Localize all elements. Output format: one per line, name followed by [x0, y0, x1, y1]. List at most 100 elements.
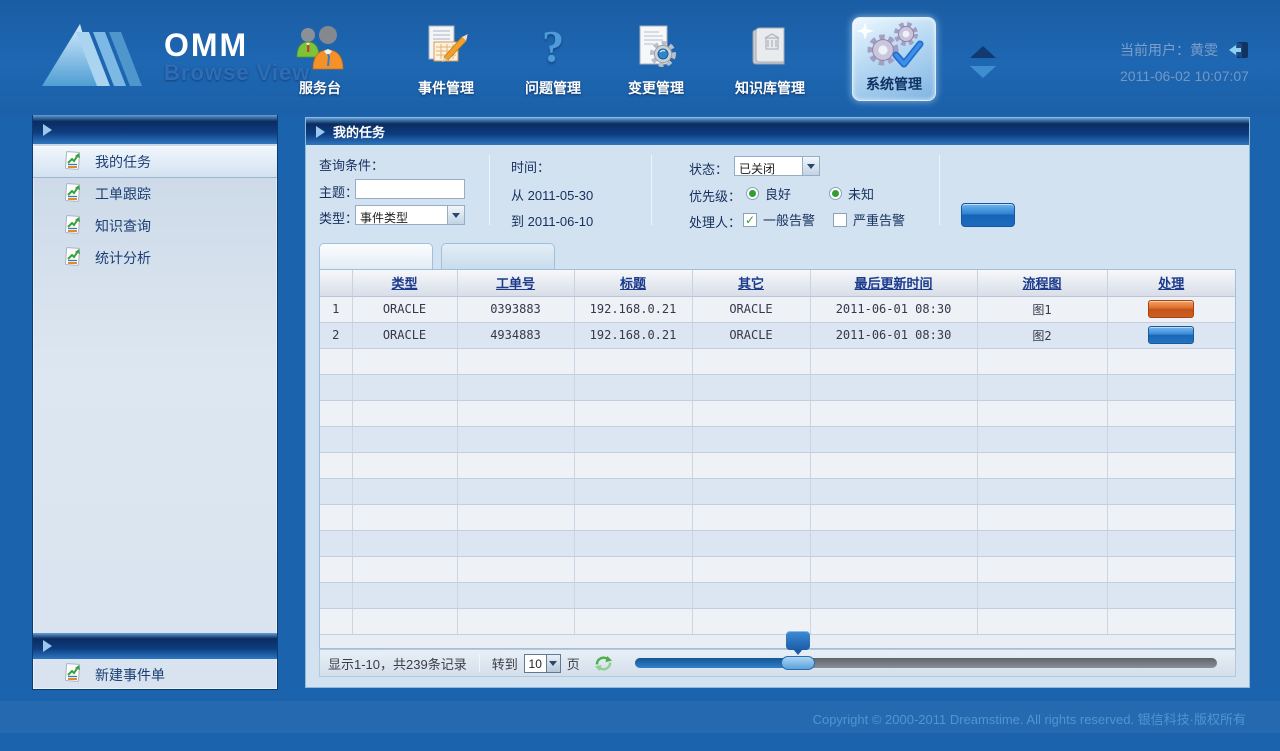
app-logo: OMM Browse View: [40, 20, 310, 93]
doc-chart-icon: [63, 247, 83, 270]
sidebar-bottom-bar[interactable]: [33, 633, 277, 659]
nav-item-system[interactable]: 系统管理: [852, 17, 936, 101]
sidebar-item-statistics[interactable]: 统计分析: [33, 242, 277, 274]
record-summary: 显示1-10，共239条记录: [328, 654, 467, 673]
nav-item-knowledge[interactable]: 知识库管理: [718, 18, 822, 104]
radio-icon[interactable]: [829, 187, 842, 200]
status-label: 状态：: [689, 159, 728, 178]
page-slider[interactable]: [635, 658, 1217, 668]
scroll-down-icon[interactable]: [970, 66, 996, 78]
cell-type: ORACLE: [352, 296, 457, 322]
arrow-right-icon: [43, 124, 52, 136]
refresh-icon[interactable]: [594, 655, 613, 672]
cell-last-updated: 2011-06-01 08:30: [810, 296, 977, 322]
table-row-empty: [320, 504, 1235, 530]
checkbox-icon[interactable]: ✓: [833, 213, 847, 227]
option-label: 未知: [848, 184, 874, 203]
type-select[interactable]: 事件类型: [355, 205, 465, 225]
sidebar: 我的任务 工单跟踪 知识查询 统计分析 新建事件单: [32, 115, 278, 690]
nav-label: 事件管理: [406, 78, 486, 98]
scroll-up-icon[interactable]: [970, 46, 996, 58]
checkbox-icon[interactable]: ✓: [743, 213, 757, 227]
col-type[interactable]: 类型: [352, 270, 457, 296]
doc-chart-icon: [63, 663, 83, 686]
from-label: 从: [511, 188, 524, 203]
arrow-right-icon: [316, 126, 325, 138]
cell-last-updated: 2011-06-01 08:30: [810, 322, 977, 348]
sidebar-item-label: 知识查询: [95, 216, 151, 236]
filter-divider: [489, 155, 490, 225]
pager-divider: [479, 654, 480, 672]
handler-option-severe-alarm[interactable]: ✓ 严重告警: [833, 210, 905, 229]
subject-input[interactable]: [355, 179, 465, 199]
radio-icon[interactable]: [746, 187, 759, 200]
status-select-value: 已关闭: [735, 157, 802, 175]
nav-label: 变更管理: [616, 78, 696, 98]
nav-scroll-arrows[interactable]: [970, 46, 998, 78]
query-conditions-label: 查询条件：: [319, 155, 384, 174]
sidebar-item-new-incident[interactable]: 新建事件单: [33, 659, 277, 690]
status-select[interactable]: 已关闭: [734, 156, 820, 176]
nav-label: 问题管理: [513, 78, 593, 98]
tab-1[interactable]: [319, 243, 433, 269]
nav-item-service-desk[interactable]: 服务台: [288, 18, 352, 104]
action-button[interactable]: [1148, 300, 1194, 318]
filter-panel: 查询条件： 主题： 类型： 事件类型 时间： 从 2011-05-30 到 20…: [306, 145, 1249, 241]
col-other[interactable]: 其它: [692, 270, 810, 296]
slider-handle[interactable]: [781, 656, 815, 670]
current-user-label: 当前用户：黄雯: [1120, 40, 1218, 60]
chevron-down-icon[interactable]: [802, 157, 819, 175]
table-row[interactable]: 2 ORACLE 4934883 192.168.0.21 ORACLE 201…: [320, 322, 1235, 348]
type-select-value: 事件类型: [356, 206, 447, 224]
table-row-empty: [320, 348, 1235, 374]
col-last-updated[interactable]: 最后更新时间: [810, 270, 977, 296]
sidebar-item-knowledge-query[interactable]: 知识查询: [33, 210, 277, 242]
col-action[interactable]: 处理: [1107, 270, 1235, 296]
table-row[interactable]: 1 ORACLE 0393883 192.168.0.21 ORACLE 201…: [320, 296, 1235, 322]
user-info: 当前用户：黄雯 2011-06-02 10:07:07: [1120, 40, 1250, 84]
arrow-right-icon: [43, 640, 52, 652]
logout-icon[interactable]: [1228, 41, 1250, 59]
table-row-empty: [320, 426, 1235, 452]
current-datetime: 2011-06-02 10:07:07: [1120, 68, 1250, 84]
col-order-number[interactable]: 工单号: [457, 270, 574, 296]
cell-other: ORACLE: [692, 322, 810, 348]
change-document-gear-icon: [616, 18, 696, 70]
chevron-down-icon[interactable]: [546, 655, 560, 672]
type-label: 类型：: [319, 208, 358, 227]
slider-tooltip-marker: [786, 631, 810, 650]
nav-item-incident[interactable]: 事件管理: [406, 18, 486, 104]
nav-item-problem[interactable]: ? 问题管理: [513, 18, 593, 104]
from-value: 2011-05-30: [528, 188, 594, 203]
flowchart-link[interactable]: 图2: [1032, 329, 1051, 343]
flowchart-link[interactable]: 图1: [1032, 303, 1051, 317]
chevron-down-icon[interactable]: [447, 206, 464, 224]
time-to: 到 2011-06-10: [511, 211, 593, 230]
system-gears-check-icon: [853, 18, 935, 74]
sidebar-item-order-tracking[interactable]: 工单跟踪: [33, 178, 277, 210]
nav-item-change[interactable]: 变更管理: [616, 18, 696, 104]
sidebar-item-my-tasks[interactable]: 我的任务: [33, 146, 277, 178]
option-label: 良好: [765, 184, 791, 203]
app-header: OMM Browse View 服务台: [0, 0, 1280, 115]
table-row-empty: [320, 478, 1235, 504]
priority-option-good[interactable]: 良好: [746, 184, 791, 203]
page-select[interactable]: 10: [524, 654, 561, 673]
page-suffix-label: 页: [567, 654, 580, 673]
sidebar-item-label: 新建事件单: [95, 665, 165, 685]
col-title[interactable]: 标题: [574, 270, 692, 296]
cell-row-number: 1: [320, 296, 352, 322]
priority-option-unknown[interactable]: 未知: [829, 184, 874, 203]
to-label: 到: [511, 214, 524, 229]
action-button[interactable]: [1148, 326, 1194, 344]
col-flowchart[interactable]: 流程图: [977, 270, 1107, 296]
sidebar-header-bar[interactable]: [33, 115, 277, 144]
search-button[interactable]: [961, 203, 1015, 227]
tab-2[interactable]: [441, 243, 555, 269]
cell-row-number: 2: [320, 322, 352, 348]
filter-divider: [651, 155, 652, 225]
table-row-empty: [320, 530, 1235, 556]
doc-chart-icon: [63, 215, 83, 238]
table-row-empty: [320, 582, 1235, 608]
handler-option-general-alarm[interactable]: ✓ 一般告警: [743, 210, 815, 229]
